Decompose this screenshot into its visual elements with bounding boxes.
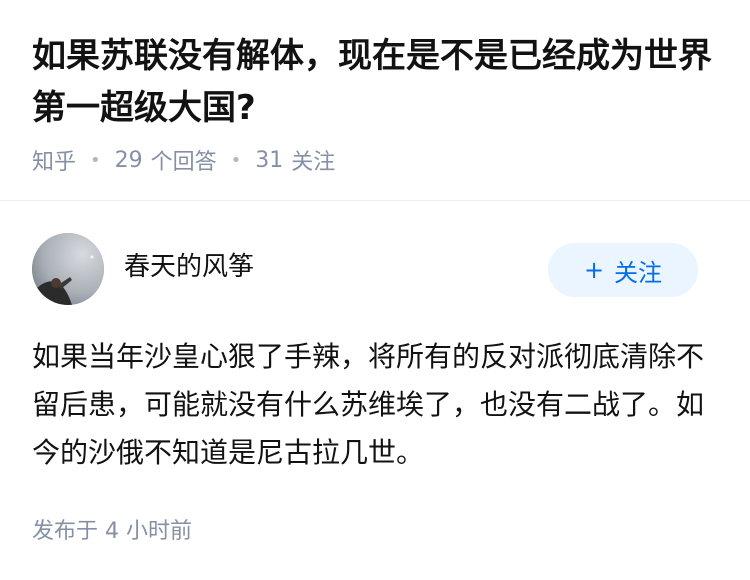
meta-separator-dot: • [230,149,242,171]
plus-icon: + [583,256,605,284]
followers-count: 31 [255,147,284,173]
published-time: 4 小时前 [105,519,193,544]
answers-label: 个回答 [150,150,217,175]
answer-content[interactable]: 如果当年沙皇心狠了手辣，将所有的反对派彻底清除不留后患，可能就没有什么苏维埃了，… [32,333,718,477]
source-label[interactable]: 知乎 [32,144,76,176]
followers-label: 关注 [291,150,336,175]
follow-button[interactable]: + 关注 [548,243,698,297]
follow-button-label: 关注 [614,258,663,287]
published-label: 发布于 [32,519,99,544]
author-name[interactable]: 春天的风筝 [124,249,254,285]
question-header: 如果苏联没有解体，现在是不是已经成为世界第一超级大国? 知乎 • 29 个回答 … [0,0,750,200]
answer-card: 春天的风筝 + 关注 如果当年沙皇心狠了手辣，将所有的反对派彻底清除不留后患，可… [0,201,750,580]
publish-time: 发布于 4 小时前 [32,513,192,545]
answers-count: 29 [114,147,143,173]
question-title[interactable]: 如果苏联没有解体，现在是不是已经成为世界第一超级大国? [32,30,722,134]
question-meta: 知乎 • 29 个回答 • 31 关注 [32,144,335,176]
user-avatar-icon [32,233,104,305]
meta-separator-dot: • [90,149,101,171]
author-avatar[interactable] [32,233,104,305]
